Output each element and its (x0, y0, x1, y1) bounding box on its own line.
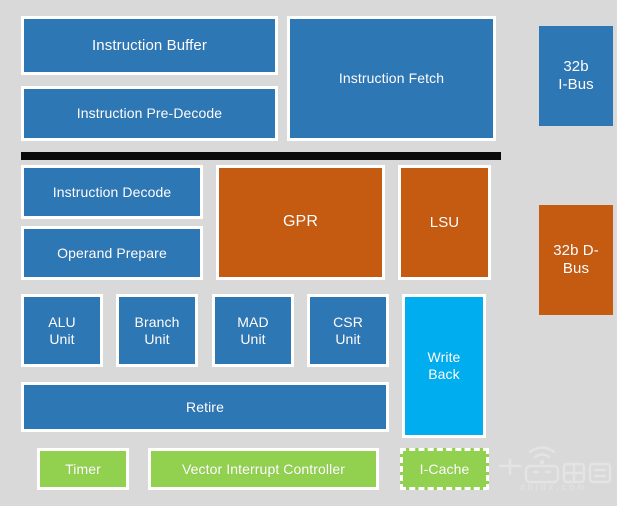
block-instruction-pre-decode[interactable]: Instruction Pre-Decode (21, 86, 278, 141)
block-vector-interrupt-controller[interactable]: Vector Interrupt Controller (148, 448, 379, 490)
block-gpr[interactable]: GPR (216, 165, 385, 280)
block-csr-unit[interactable]: CSR Unit (307, 294, 389, 367)
watermark-site-text: zhidx.com (520, 482, 588, 492)
block-retire[interactable]: Retire (21, 382, 389, 432)
block-32b-d-bus[interactable]: 32b D- Bus (539, 205, 613, 315)
block-timer[interactable]: Timer (37, 448, 129, 490)
block-instruction-fetch[interactable]: Instruction Fetch (287, 16, 496, 141)
block-mad-unit[interactable]: MAD Unit (212, 294, 294, 367)
block-alu-unit[interactable]: ALU Unit (21, 294, 103, 367)
internal-bus-bar (21, 152, 501, 160)
cpu-architecture-diagram: Instruction Buffer Instruction Pre-Decod… (0, 0, 617, 506)
block-instruction-buffer[interactable]: Instruction Buffer (21, 16, 278, 75)
block-operand-prepare[interactable]: Operand Prepare (21, 226, 203, 280)
block-i-cache[interactable]: I-Cache (400, 448, 489, 490)
block-write-back[interactable]: Write Back (402, 294, 486, 438)
watermark-logo-icon (498, 446, 612, 484)
block-instruction-decode[interactable]: Instruction Decode (21, 165, 203, 219)
block-branch-unit[interactable]: Branch Unit (116, 294, 198, 367)
watermark-zhidx: zhidx.com (496, 442, 612, 502)
block-lsu[interactable]: LSU (398, 165, 491, 280)
block-32b-i-bus[interactable]: 32b I-Bus (539, 26, 613, 126)
